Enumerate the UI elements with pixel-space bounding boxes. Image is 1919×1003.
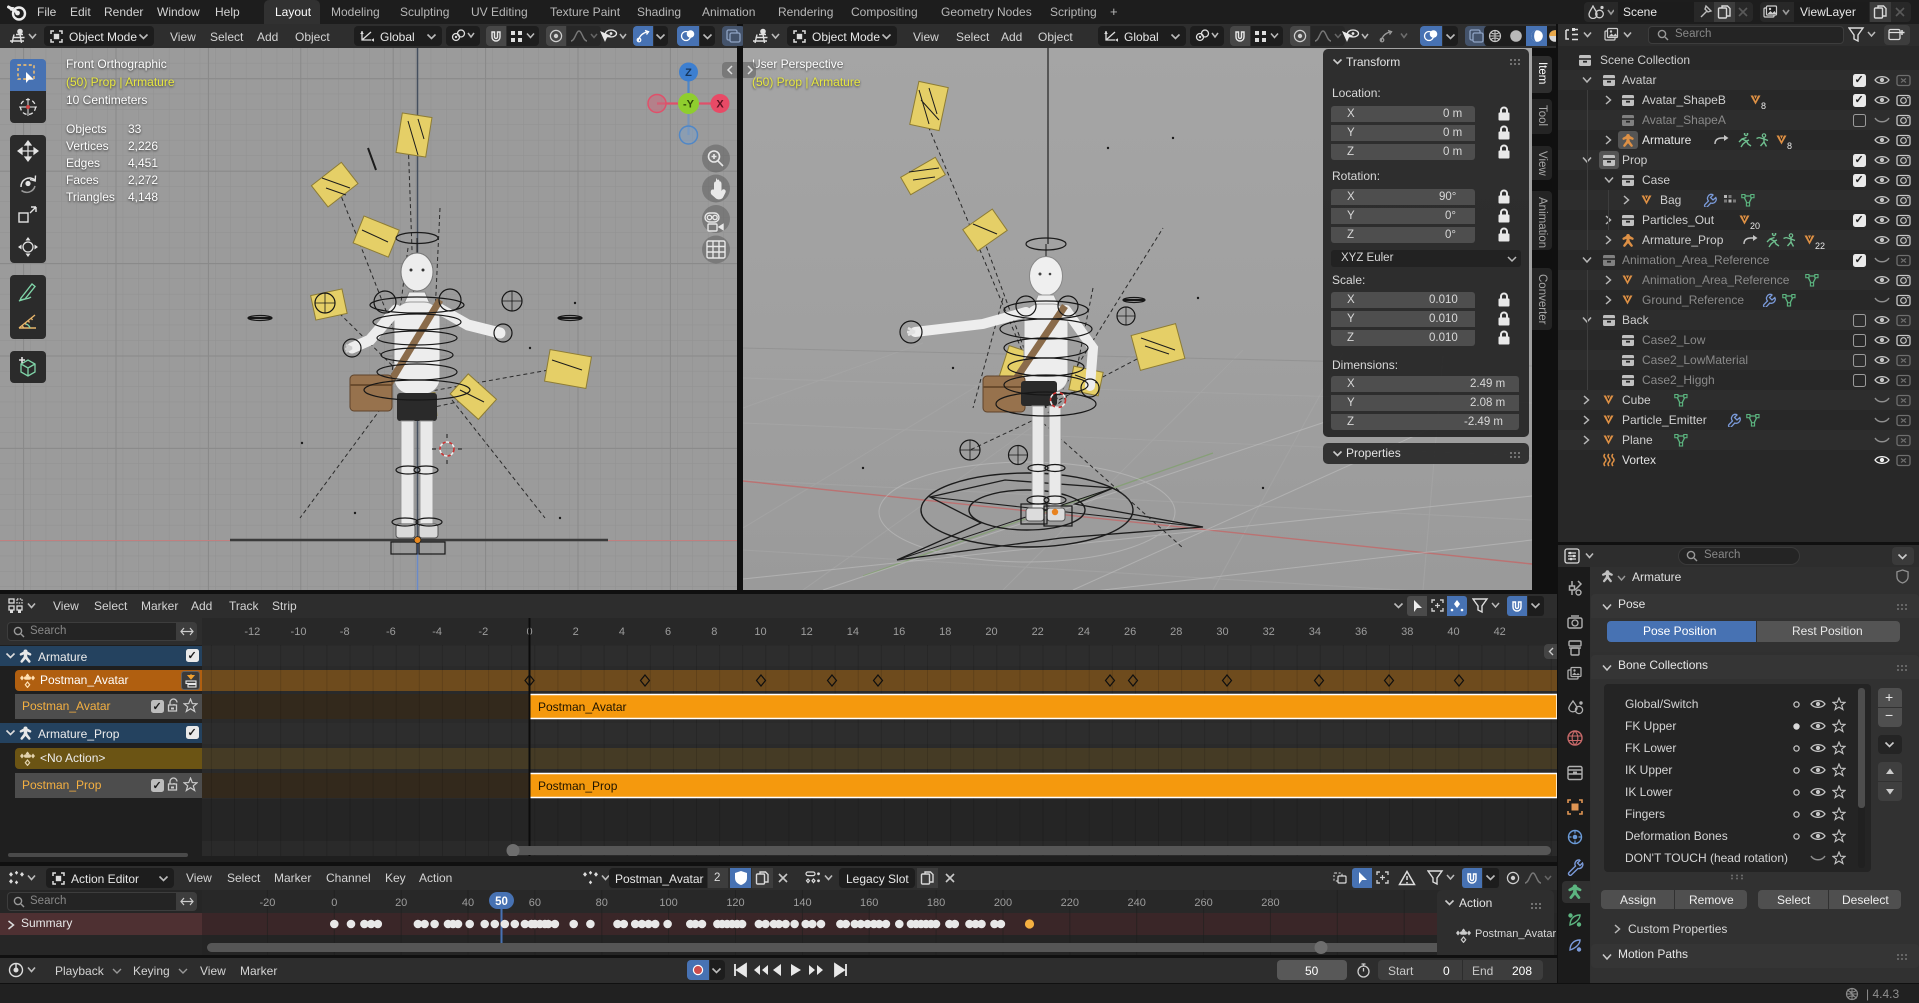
svg-text:28: 28 bbox=[1170, 626, 1182, 638]
svg-text:0: 0 bbox=[331, 897, 337, 909]
svg-text:40: 40 bbox=[1447, 626, 1459, 638]
svg-text:40: 40 bbox=[462, 897, 474, 909]
svg-text:-20: -20 bbox=[259, 897, 275, 909]
svg-text:200: 200 bbox=[994, 897, 1012, 909]
svg-text:80: 80 bbox=[596, 897, 608, 909]
svg-text:Z: Z bbox=[685, 67, 692, 79]
svg-text:-8: -8 bbox=[340, 626, 350, 638]
svg-text:160: 160 bbox=[860, 897, 878, 909]
svg-text:42: 42 bbox=[1494, 626, 1506, 638]
svg-text:180: 180 bbox=[927, 897, 945, 909]
svg-text:Postman_Prop: Postman_Prop bbox=[538, 779, 618, 793]
svg-text:38: 38 bbox=[1401, 626, 1413, 638]
svg-text:280: 280 bbox=[1261, 897, 1279, 909]
svg-text:14: 14 bbox=[847, 626, 859, 638]
svg-text:X: X bbox=[716, 99, 724, 111]
svg-text:-Y: -Y bbox=[683, 99, 695, 111]
svg-text:34: 34 bbox=[1309, 626, 1321, 638]
svg-text:8: 8 bbox=[711, 626, 717, 638]
svg-text:140: 140 bbox=[793, 897, 811, 909]
svg-text:4: 4 bbox=[619, 626, 625, 638]
svg-text:20: 20 bbox=[395, 897, 407, 909]
svg-text:20: 20 bbox=[985, 626, 997, 638]
svg-text:60: 60 bbox=[529, 897, 541, 909]
svg-text:32: 32 bbox=[1263, 626, 1275, 638]
svg-text:Postman_Avatar: Postman_Avatar bbox=[538, 700, 627, 714]
svg-text:22: 22 bbox=[1032, 626, 1044, 638]
svg-text:24: 24 bbox=[1078, 626, 1090, 638]
svg-text:2: 2 bbox=[573, 626, 579, 638]
svg-text:16: 16 bbox=[893, 626, 905, 638]
svg-text:-4: -4 bbox=[432, 626, 442, 638]
svg-text:-6: -6 bbox=[386, 626, 396, 638]
svg-text:-10: -10 bbox=[291, 626, 307, 638]
svg-text:-2: -2 bbox=[478, 626, 488, 638]
svg-text:12: 12 bbox=[801, 626, 813, 638]
svg-text:-12: -12 bbox=[244, 626, 260, 638]
svg-text:36: 36 bbox=[1355, 626, 1367, 638]
svg-text:30: 30 bbox=[1216, 626, 1228, 638]
svg-text:50: 50 bbox=[495, 896, 508, 908]
svg-text:260: 260 bbox=[1194, 897, 1212, 909]
svg-text:18: 18 bbox=[939, 626, 951, 638]
svg-text:100: 100 bbox=[659, 897, 677, 909]
svg-text:26: 26 bbox=[1124, 626, 1136, 638]
svg-text:220: 220 bbox=[1061, 897, 1079, 909]
svg-text:120: 120 bbox=[726, 897, 744, 909]
svg-text:10: 10 bbox=[754, 626, 766, 638]
svg-text:240: 240 bbox=[1128, 897, 1146, 909]
svg-text:6: 6 bbox=[665, 626, 671, 638]
